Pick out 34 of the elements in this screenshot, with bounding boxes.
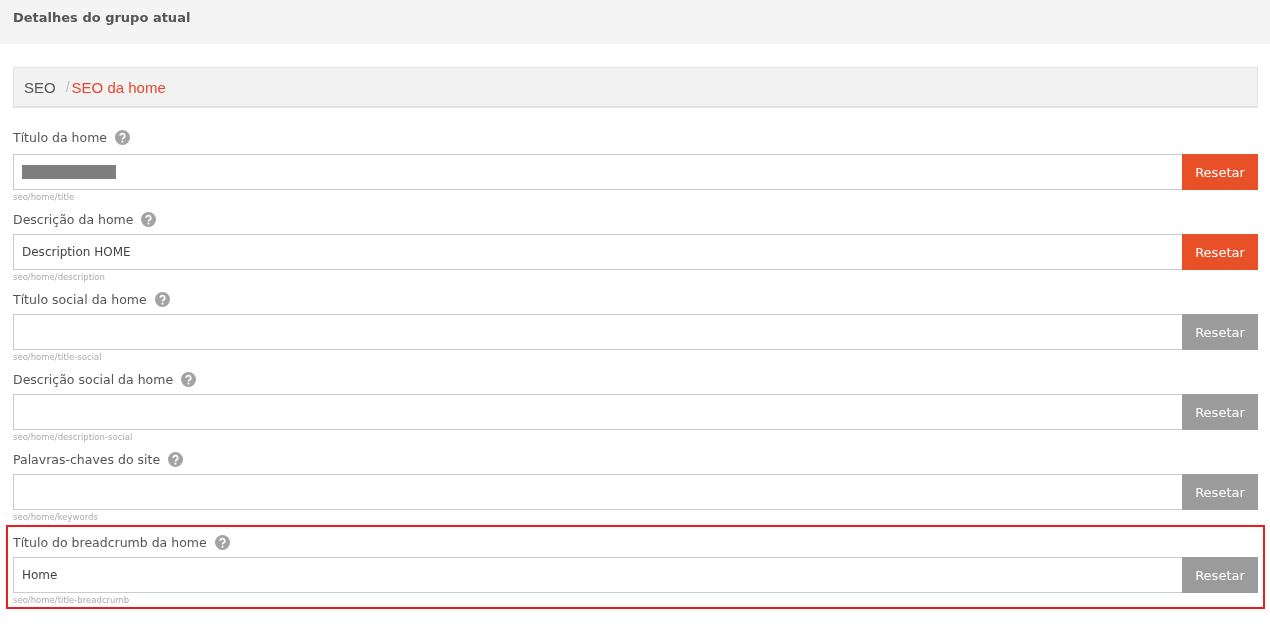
text-field[interactable]: Home	[13, 557, 1182, 593]
help-icon[interactable]	[168, 451, 184, 467]
reset-button[interactable]: Resetar	[1182, 394, 1258, 430]
breadcrumb-separator: /	[65, 79, 70, 95]
text-field[interactable]: Description HOME	[13, 234, 1182, 270]
help-icon[interactable]	[214, 534, 230, 550]
section-title: Detalhes do grupo atual	[13, 10, 191, 25]
field-label: Título da home	[13, 129, 108, 145]
help-icon[interactable]	[181, 371, 197, 387]
text-field[interactable]	[13, 394, 1182, 430]
field-path: seo/home/description	[13, 271, 106, 284]
field-label: Descrição social da home	[13, 371, 174, 387]
text-field[interactable]	[13, 474, 1182, 510]
field-path: seo/home/description-social	[13, 431, 134, 444]
reset-button[interactable]: Resetar	[1182, 234, 1258, 270]
help-icon[interactable]	[141, 211, 157, 227]
field-path: seo/home/keywords	[13, 511, 99, 524]
field-path: seo/home/title	[13, 191, 76, 204]
help-icon[interactable]	[115, 129, 131, 145]
reset-button[interactable]: Resetar	[1182, 314, 1258, 350]
breadcrumb-item[interactable]: SEO	[24, 78, 56, 96]
breadcrumb-item[interactable]: SEO da home	[71, 78, 166, 96]
text-field[interactable]	[13, 154, 1182, 190]
field-path: seo/home/title-social	[13, 351, 103, 364]
reset-button[interactable]: Resetar	[1182, 474, 1258, 510]
reset-button[interactable]: Resetar	[1182, 154, 1258, 190]
field-label: Título do breadcrumb da home	[13, 534, 207, 550]
field-label: Título social da home	[13, 291, 147, 307]
help-icon[interactable]	[154, 291, 170, 307]
field-label: Descrição da home	[13, 211, 134, 227]
field-label: Palavras-chaves do site	[13, 451, 161, 467]
reset-button[interactable]: Resetar	[1182, 557, 1258, 593]
field-path: seo/home/title-breadcrumb	[13, 594, 131, 607]
text-field[interactable]	[13, 314, 1182, 350]
